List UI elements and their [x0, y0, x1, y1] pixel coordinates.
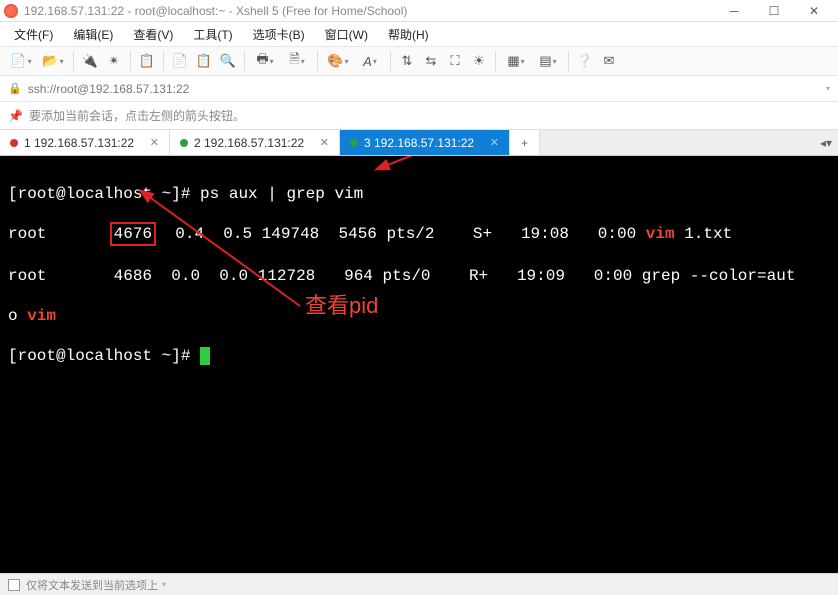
terminal[interactable]: [root@localhost ~]# ps aux | grep vim ro…: [0, 156, 838, 573]
terminal-line: [root@localhost ~]#: [8, 346, 830, 366]
toolbar-separator: [73, 51, 74, 71]
highlight-button[interactable]: ☀: [468, 50, 490, 72]
status-text: 仅将文本发送到当前选项上: [26, 577, 158, 593]
fullscreen-button[interactable]: ⛶: [444, 50, 466, 72]
menu-tabs[interactable]: 选项卡(B): [245, 24, 313, 45]
address-bar[interactable]: 🔒 ssh://root@192.168.57.131:22 ▾: [0, 76, 838, 102]
tab-bar: 1 192.168.57.131:22 ✕ 2 192.168.57.131:2…: [0, 130, 838, 156]
status-dot-icon: [10, 139, 18, 147]
toolbar-separator: [568, 51, 569, 71]
title-bar: 192.168.57.131:22 - root@localhost:~ - X…: [0, 0, 838, 22]
session-tab-3[interactable]: 3 192.168.57.131:22 ✕: [340, 130, 510, 155]
menu-edit[interactable]: 编辑(E): [65, 24, 121, 45]
terminal-line: root 4686 0.0 0.0 112728 964 pts/0 R+ 19…: [8, 266, 830, 286]
pid-highlight: 4676: [110, 222, 156, 246]
terminal-line: o vim: [8, 306, 830, 326]
hint-pin-icon[interactable]: 📌: [8, 109, 23, 123]
toolbar-separator: [317, 51, 318, 71]
color-scheme-button[interactable]: 🎨▾: [323, 50, 353, 72]
session-tab-1[interactable]: 1 192.168.57.131:22 ✕: [0, 130, 170, 155]
hint-text: 要添加当前会话，点击左侧的箭头按钮。: [29, 107, 245, 124]
menu-file[interactable]: 文件(F): [6, 24, 61, 45]
copy-button[interactable]: 📄: [169, 50, 191, 72]
tab-close-icon[interactable]: ✕: [320, 136, 329, 149]
menu-help[interactable]: 帮助(H): [380, 24, 437, 45]
terminal-line: [root@localhost ~]# ps aux | grep vim: [8, 184, 830, 204]
address-text: ssh://root@192.168.57.131:22: [28, 82, 190, 96]
minimize-button[interactable]: ─: [714, 0, 754, 22]
terminal-line: root 4676 0.4 0.5 149748 5456 pts/2 S+ 1…: [8, 224, 830, 246]
tab-overflow-button[interactable]: ◂▾: [814, 130, 838, 155]
maximize-button[interactable]: ☐: [754, 0, 794, 22]
status-dot-icon: [180, 139, 188, 147]
tunnel-button[interactable]: ⇆: [420, 50, 442, 72]
toolbar: 📄▾ 📂▾ 🔌 ✴ 📋 📄 📋 🔍 🖶▾ 🗎▾ 🎨▾ A▾ ⇅ ⇆ ⛶ ☀ ▦▾…: [0, 46, 838, 76]
address-dropdown-icon[interactable]: ▾: [826, 84, 830, 93]
transfer-button[interactable]: ⇅: [396, 50, 418, 72]
tab-label: 3 192.168.57.131:22: [364, 136, 474, 150]
status-dot-icon: [350, 139, 358, 147]
paste-button[interactable]: 📋: [193, 50, 215, 72]
toolbar-separator: [495, 51, 496, 71]
tab-close-icon[interactable]: ✕: [150, 136, 159, 149]
toolbar-separator: [130, 51, 131, 71]
reconnect-button[interactable]: 🔌: [79, 50, 101, 72]
hint-bar: 📌 要添加当前会话，点击左侧的箭头按钮。: [0, 102, 838, 130]
print-button[interactable]: 🖶▾: [250, 50, 280, 72]
menu-tools[interactable]: 工具(T): [185, 24, 240, 45]
tab-label: 1 192.168.57.131:22: [24, 136, 134, 150]
session-tab-2[interactable]: 2 192.168.57.131:22 ✕: [170, 130, 340, 155]
font-button[interactable]: A▾: [355, 50, 385, 72]
about-button[interactable]: ✉: [598, 50, 620, 72]
open-session-button[interactable]: 📂▾: [38, 50, 68, 72]
window-title: 192.168.57.131:22 - root@localhost:~ - X…: [24, 4, 714, 18]
menu-bar: 文件(F) 编辑(E) 查看(V) 工具(T) 选项卡(B) 窗口(W) 帮助(…: [0, 22, 838, 46]
status-dropdown-icon[interactable]: ▾: [162, 580, 166, 589]
tab-label: 2 192.168.57.131:22: [194, 136, 304, 150]
help-button[interactable]: ❔: [574, 50, 596, 72]
toolbar-separator: [163, 51, 164, 71]
new-tab-button[interactable]: +: [510, 130, 540, 155]
properties-button[interactable]: 📋: [136, 50, 158, 72]
cursor: [200, 347, 210, 365]
find-button[interactable]: 🔍: [217, 50, 239, 72]
app-icon: [4, 4, 18, 18]
disconnect-button[interactable]: ✴: [103, 50, 125, 72]
status-bar: 仅将文本发送到当前选项上 ▾: [0, 573, 838, 595]
annotation-label: 查看pid: [305, 296, 378, 316]
menu-view[interactable]: 查看(V): [125, 24, 181, 45]
toolbar-separator: [390, 51, 391, 71]
tab-spacer: [540, 130, 814, 155]
lock-icon: 🔒: [8, 82, 22, 95]
layout-button[interactable]: ▦▾: [501, 50, 531, 72]
log-button[interactable]: 🗎▾: [282, 50, 312, 72]
status-checkbox[interactable]: [8, 579, 20, 591]
close-button[interactable]: ✕: [794, 0, 834, 22]
menu-window[interactable]: 窗口(W): [317, 24, 376, 45]
toolbar-separator: [244, 51, 245, 71]
tab-close-icon[interactable]: ✕: [490, 136, 499, 149]
view-button[interactable]: ▤▾: [533, 50, 563, 72]
new-session-button[interactable]: 📄▾: [6, 50, 36, 72]
